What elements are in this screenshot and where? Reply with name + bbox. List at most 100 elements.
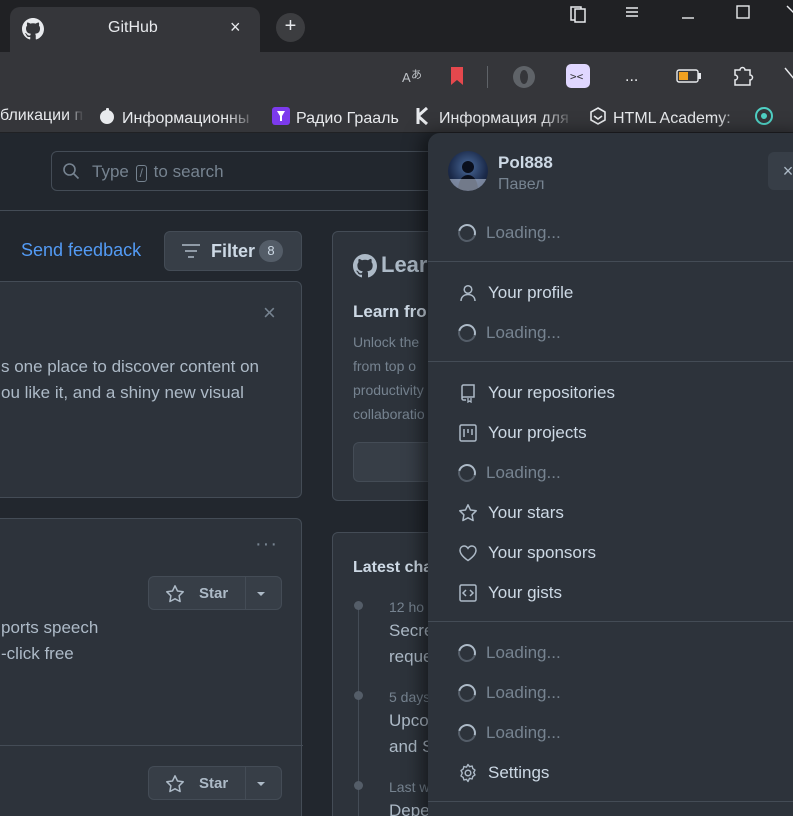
filter-count-badge: 8 — [259, 240, 283, 262]
bookmark-item-info[interactable]: Информационны — [98, 107, 258, 130]
maximize-icon[interactable] — [735, 4, 751, 25]
repo-card: ··· Star ports speech -click free Star — [0, 518, 303, 816]
toolbar-divider — [487, 66, 488, 88]
timeline-dot — [354, 691, 363, 700]
loading-label: Loading... — [486, 723, 561, 742]
search-shortcut-key: / — [135, 165, 147, 182]
bookmark-label: HTML Academy: — [613, 109, 731, 127]
repo-line-2: -click free — [1, 644, 74, 663]
translate-icon[interactable]: Aあ — [402, 66, 424, 93]
menu-item-label: Your repositories — [488, 383, 615, 402]
project-icon — [458, 423, 478, 443]
avatar — [448, 151, 488, 191]
menu-divider — [428, 801, 793, 802]
menu-item-label: Your projects — [488, 423, 587, 442]
changelog-entry-line[interactable]: Secre — [389, 621, 433, 641]
changelog-time: Last w — [389, 779, 430, 795]
browser-toolbar — [0, 52, 793, 101]
tab-github[interactable]: GitHub × — [10, 7, 260, 52]
extension-face-icon[interactable]: >< — [565, 63, 591, 94]
send-feedback-link[interactable]: Send feedback — [21, 240, 141, 261]
window-close-icon[interactable] — [785, 4, 793, 25]
star-divider — [245, 767, 246, 799]
loading-label: Loading... — [486, 323, 561, 342]
spinner-icon — [454, 680, 480, 706]
filter-button[interactable]: Filter 8 — [164, 231, 302, 271]
star-icon — [165, 774, 185, 799]
gear-icon — [458, 763, 478, 783]
changelog-time: 12 ho — [389, 599, 425, 615]
menu-item-your-repositories[interactable]: Your repositories — [458, 378, 615, 408]
repo-line-1: ports speech — [1, 618, 99, 637]
menu-icon[interactable] — [624, 4, 640, 25]
changelog-entry-line[interactable]: reque — [389, 647, 432, 667]
menu-divider — [428, 261, 793, 262]
bookmark-label: Радио Грааль — [296, 109, 399, 127]
star-button[interactable]: Star — [148, 576, 282, 610]
menu-item-label: Your profile — [488, 283, 574, 302]
menu-item-loading: Loading... — [454, 458, 561, 488]
heart-icon — [458, 543, 478, 563]
timeline-dot — [354, 601, 363, 610]
search-placeholder-prefix: Type — [92, 162, 129, 181]
tab-search-icon[interactable] — [568, 4, 588, 29]
star-divider — [245, 577, 246, 609]
bookmark-label: Информация для — [439, 109, 569, 127]
loading-label: Loading... — [486, 463, 561, 482]
search-input[interactable]: Type / to search — [51, 151, 451, 191]
menu-item-loading: Loading... — [454, 678, 561, 708]
repo-divider — [0, 745, 303, 746]
menu-item-your-profile[interactable]: Your profile — [458, 278, 573, 308]
repo-more-button[interactable]: ··· — [255, 533, 278, 556]
bookmark-item-info-for[interactable]: Информация для — [415, 107, 575, 130]
changelog-entry-line[interactable]: Upco — [389, 711, 429, 731]
star-button[interactable]: Star — [148, 766, 282, 800]
new-tab-button[interactable]: + — [276, 13, 305, 42]
bookmark-item-publications[interactable]: бликации п — [0, 107, 84, 125]
menu-item-settings[interactable]: Settings — [458, 758, 549, 788]
changelog-entry-line[interactable]: Depe — [389, 801, 430, 816]
bookmark-item-html-academy[interactable]: HTML Academy: — [589, 107, 749, 130]
svg-text:あ: あ — [411, 68, 422, 81]
learn-line-3: productivity — [353, 382, 424, 398]
star-label: Star — [199, 775, 229, 792]
menu-item-loading: Loading... — [454, 318, 561, 348]
menu-item-loading: Loading... — [454, 218, 561, 248]
bookmark-extra-icon[interactable] — [754, 106, 774, 131]
spinner-icon — [454, 460, 480, 486]
menu-item-your-projects[interactable]: Your projects — [458, 418, 587, 448]
chevron-down-icon[interactable] — [255, 587, 267, 605]
menu-item-label: Your sponsors — [488, 543, 597, 562]
profile-menu-icon[interactable] — [784, 66, 793, 89]
loading-label: Loading... — [486, 223, 561, 242]
bookmark-icon[interactable] — [449, 66, 465, 91]
tab-close-button[interactable]: × — [230, 17, 241, 38]
extension-opera-icon[interactable] — [511, 64, 537, 95]
spinner-icon — [454, 720, 480, 746]
bookmark-item-radio[interactable]: Радио Грааль — [272, 107, 399, 130]
menu-item-your-sponsors[interactable]: Your sponsors — [458, 538, 596, 568]
github-logo-icon — [353, 254, 377, 283]
close-panel-button[interactable]: × — [768, 152, 793, 190]
battery-icon[interactable] — [676, 68, 702, 89]
menu-item-your-stars[interactable]: Your stars — [458, 498, 564, 528]
minimize-icon[interactable] — [680, 4, 696, 25]
extensions-puzzle-icon[interactable] — [731, 64, 755, 93]
bookmark-label: Информационны — [122, 109, 250, 127]
chevron-down-icon[interactable] — [255, 777, 267, 795]
search-placeholder: Type / to search — [92, 162, 224, 182]
repo-icon — [458, 383, 478, 404]
tab-title: GitHub — [108, 19, 158, 36]
intro-line-2: ou like it, and a shiny new visual — [1, 383, 244, 402]
bookmark-label: бликации п — [0, 107, 84, 124]
learn-line-4: collaboratio — [353, 406, 425, 422]
menu-item-your-gists[interactable]: Your gists — [458, 578, 562, 608]
loading-label: Loading... — [486, 683, 561, 702]
changelog-entry-line[interactable]: and S — [389, 737, 433, 757]
toolbar-more-text[interactable]: ... — [625, 68, 638, 86]
code-square-icon — [458, 583, 478, 603]
intro-close-button[interactable]: × — [263, 300, 276, 326]
star-icon — [165, 584, 185, 609]
search-placeholder-suffix: to search — [153, 162, 224, 181]
svg-text:><: >< — [570, 70, 584, 83]
